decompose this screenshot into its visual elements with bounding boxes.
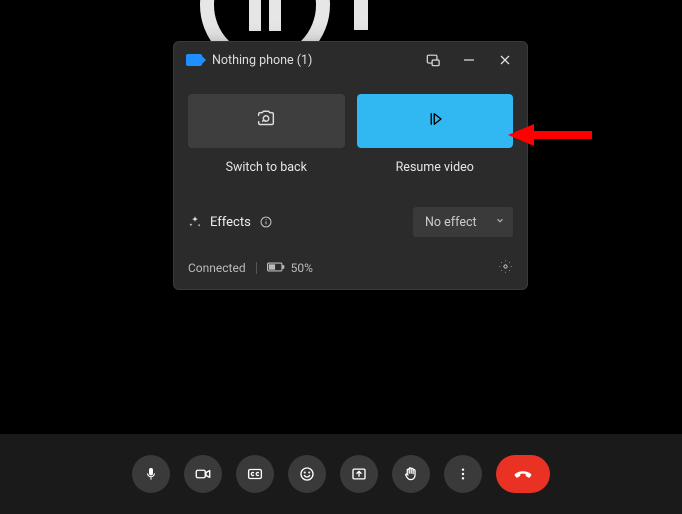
mic-button[interactable] bbox=[132, 455, 170, 493]
effects-label: Effects bbox=[210, 215, 251, 230]
settings-button[interactable] bbox=[498, 259, 513, 277]
switch-camera-button[interactable] bbox=[188, 94, 345, 148]
connection-status: Connected bbox=[188, 261, 246, 275]
popup-titlebar: Nothing phone (1) bbox=[174, 42, 527, 78]
switch-camera-label: Switch to back bbox=[226, 160, 307, 175]
hangup-button[interactable] bbox=[496, 455, 550, 493]
chevron-down-icon bbox=[495, 215, 505, 230]
status-divider bbox=[256, 262, 257, 274]
info-icon[interactable] bbox=[259, 215, 273, 229]
close-button[interactable] bbox=[487, 45, 523, 75]
device-title: Nothing phone (1) bbox=[212, 53, 312, 68]
popup-statusbar: Connected 50% bbox=[174, 249, 527, 289]
camera-popup: Nothing phone (1) bbox=[173, 41, 528, 290]
raise-hand-button[interactable] bbox=[392, 455, 430, 493]
sparkle-icon bbox=[188, 215, 202, 229]
resume-video-label: Resume video bbox=[396, 160, 474, 175]
minimize-button[interactable] bbox=[451, 45, 487, 75]
resume-video-button[interactable] bbox=[357, 94, 514, 148]
resume-play-icon bbox=[426, 110, 444, 132]
camera-icon bbox=[186, 54, 202, 66]
battery-percent: 50% bbox=[291, 261, 313, 275]
switch-camera-icon bbox=[255, 108, 277, 134]
captions-button[interactable] bbox=[236, 455, 274, 493]
effect-dropdown[interactable]: No effect bbox=[413, 207, 513, 237]
popout-icon[interactable] bbox=[415, 45, 451, 75]
battery-icon bbox=[267, 261, 285, 275]
call-toolbar bbox=[0, 434, 682, 514]
effects-toggle[interactable]: Effects bbox=[188, 215, 273, 230]
more-options-button[interactable] bbox=[444, 455, 482, 493]
reactions-button[interactable] bbox=[288, 455, 326, 493]
video-button[interactable] bbox=[184, 455, 222, 493]
share-screen-button[interactable] bbox=[340, 455, 378, 493]
effect-selected-label: No effect bbox=[425, 215, 477, 230]
